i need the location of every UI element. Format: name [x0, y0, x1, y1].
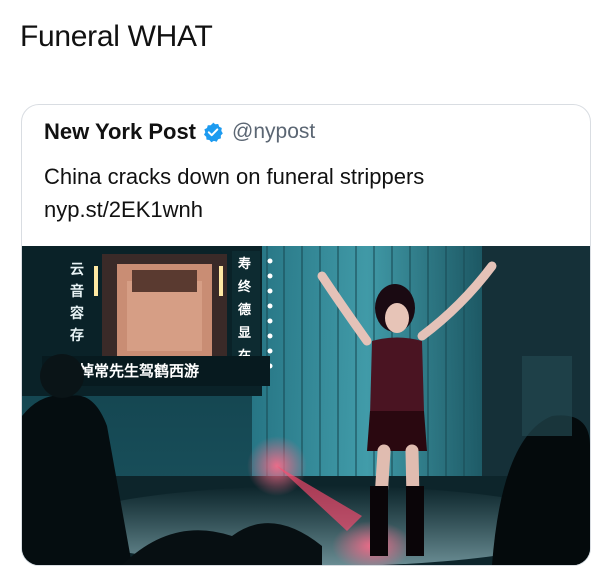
svg-text:寿: 寿 [238, 256, 251, 272]
post-caption: Funeral WHAT [20, 20, 213, 53]
tweet-photo[interactable]: 云音 容存 寿终 德显 在 哀悼常先生驾鹤西游 [22, 246, 590, 565]
tweet-text-line: China cracks down on funeral strippers [44, 164, 425, 189]
svg-text:音: 音 [70, 283, 84, 300]
author-handle[interactable]: @nypost [232, 120, 315, 144]
verified-badge-icon [202, 121, 224, 143]
svg-text:容: 容 [69, 305, 84, 322]
svg-text:显: 显 [238, 326, 251, 341]
tweet-text: China cracks down on funeral strippers n… [44, 160, 424, 226]
tweet-link[interactable]: nyp.st/2EK1wnh [44, 193, 424, 226]
svg-text:终: 终 [238, 279, 252, 295]
svg-text:存: 存 [70, 327, 84, 344]
photo-sign-text: 哀悼常先生驾鹤西游 [64, 362, 199, 380]
tweet-header: New York Post @nypost [44, 119, 315, 145]
quoted-tweet-card[interactable]: New York Post @nypost China cracks down … [21, 104, 591, 566]
author-name[interactable]: New York Post [44, 119, 196, 145]
svg-text:德: 德 [238, 302, 251, 318]
svg-text:云: 云 [70, 262, 84, 278]
